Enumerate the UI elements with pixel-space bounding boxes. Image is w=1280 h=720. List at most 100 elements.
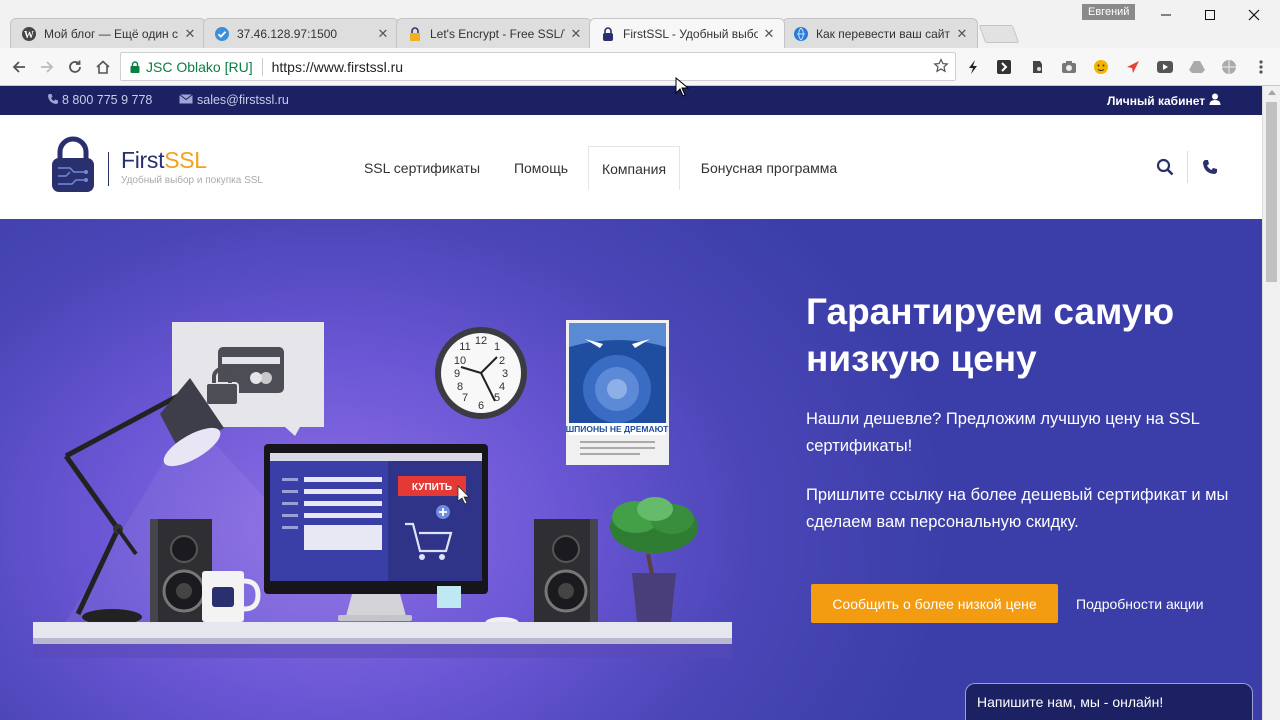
phone-number: 8 800 775 9 778 (62, 93, 153, 107)
nav-company[interactable]: Компания (588, 146, 680, 190)
tab-title: FirstSSL - Удобный выбо (623, 26, 758, 41)
address-bar[interactable]: JSC Oblako [RU] https://www.firstssl.ru (120, 52, 956, 81)
nav-bonus-program[interactable]: Бонусная программа (688, 146, 850, 190)
svg-text:8: 8 (457, 381, 463, 393)
hero-paragraph-1: Нашли дешевле? Предложим лучшую цену на … (806, 410, 1200, 455)
tab-blog[interactable]: W Мой блог — Ещё один с ✕ (10, 18, 206, 48)
firstssl-icon (600, 26, 616, 42)
tab-strip: W Мой блог — Ещё один с ✕ 37.46.128.97:1… (0, 0, 1280, 48)
tab-title: Мой блог — Ещё один с (44, 26, 178, 41)
browser-window: { "browser": { "tabs": [ {"title": "Мой … (0, 0, 1280, 720)
maximize-icon[interactable] (1188, 3, 1232, 27)
bookmark-star-icon[interactable] (933, 58, 949, 77)
report-lower-price-button[interactable]: Сообщить о более низкой цене (811, 584, 1058, 623)
wordpress-icon: W (21, 26, 37, 42)
envelope-icon (179, 93, 193, 107)
tab-translate[interactable]: Как перевести ваш сайт ✕ (782, 18, 978, 48)
arrow-extension-icon[interactable] (994, 57, 1014, 77)
svg-text:5: 5 (494, 392, 500, 404)
menu-dots-icon[interactable] (1251, 57, 1271, 77)
lock-icon (407, 26, 423, 42)
svg-text:3: 3 (502, 368, 508, 380)
svg-text:9: 9 (454, 368, 460, 380)
svg-text:W: W (24, 30, 34, 41)
globe-icon (793, 26, 809, 42)
svg-text:7: 7 (462, 392, 468, 404)
close-tab-icon[interactable]: ✕ (762, 26, 776, 42)
browser-toolbar: JSC Oblako [RU] https://www.firstssl.ru (0, 48, 1280, 86)
checkmark-icon (214, 26, 230, 42)
email-address: sales@firstssl.ru (197, 93, 289, 107)
site-topbar: 8 800 775 9 778 sales@firstssl.ru Личный… (0, 86, 1262, 115)
svg-text:6: 6 (478, 400, 484, 412)
account-link[interactable]: Личный кабинет (1107, 93, 1221, 108)
search-icon[interactable] (1154, 156, 1176, 178)
hero-illustration: 12369 1257101148 ШПИОНЫ НЕ ДРЕМАЮТ КУПИТ… (33, 320, 732, 658)
shelf (33, 622, 732, 658)
globe-extension-icon[interactable] (1219, 57, 1239, 77)
drive-extension-icon[interactable] (1187, 57, 1207, 77)
poster-text: ШПИОНЫ НЕ ДРЕМАЮТ (566, 424, 670, 434)
brand-first: First (121, 147, 165, 173)
svg-text:4: 4 (499, 381, 505, 393)
address-separator (261, 57, 263, 76)
secure-label: JSC Oblako [RU] (146, 58, 253, 75)
chat-widget[interactable]: Напишите нам, мы - онлайн! (965, 683, 1253, 720)
close-tab-icon[interactable]: ✕ (183, 26, 197, 42)
scroll-up-icon[interactable] (1268, 90, 1276, 95)
topbar-phone[interactable]: 8 800 775 9 778 (47, 93, 152, 107)
minimize-icon[interactable] (1144, 3, 1188, 27)
brand-ssl: SSL (164, 147, 207, 173)
spy-poster: ШПИОНЫ НЕ ДРЕМАЮТ (566, 320, 670, 465)
account-label: Личный кабинет (1107, 93, 1206, 108)
promo-details-link[interactable]: Подробности акции (1076, 596, 1204, 612)
wall-clock-icon: 12369 1257101148 (435, 327, 527, 419)
page-scrollbar[interactable] (1262, 86, 1280, 720)
reload-icon[interactable] (63, 55, 87, 79)
close-window-icon[interactable] (1232, 3, 1276, 27)
user-icon (1209, 93, 1221, 108)
brand-tagline: Удобный выбор и покупка SSL (121, 175, 263, 186)
forward-icon[interactable] (35, 55, 59, 79)
svg-text:1: 1 (494, 341, 500, 353)
nav-help[interactable]: Помощь (500, 146, 582, 190)
rocket-extension-icon[interactable] (1123, 57, 1143, 77)
potted-plant-icon (610, 497, 698, 622)
nav-ssl-certificates[interactable]: SSL сертификаты (350, 146, 494, 190)
home-icon[interactable] (91, 55, 115, 79)
header-separator (1187, 151, 1188, 183)
scrollbar-thumb[interactable] (1266, 102, 1277, 282)
profile-badge[interactable]: Евгений (1082, 4, 1136, 20)
hero-paragraph-2: Пришлите ссылку на более дешевый сертифи… (806, 486, 1229, 531)
secure-lock-icon (130, 60, 140, 73)
tab-ip[interactable]: 37.46.128.97:1500 ✕ (203, 18, 399, 48)
buy-label: КУПИТЬ (412, 482, 452, 493)
back-icon[interactable] (7, 55, 31, 79)
close-tab-icon[interactable]: ✕ (569, 26, 583, 42)
svg-text:12: 12 (475, 335, 487, 347)
svg-text:11: 11 (459, 341, 470, 353)
tab-title: Let's Encrypt - Free SSL/T (430, 26, 565, 41)
phone-icon (47, 93, 58, 107)
svg-text:10: 10 (454, 355, 466, 367)
firstssl-logo-icon[interactable] (48, 136, 98, 201)
lightning-extension-icon[interactable] (963, 57, 983, 77)
youtube-extension-icon[interactable] (1155, 57, 1175, 77)
close-tab-icon[interactable]: ✕ (955, 26, 969, 42)
url-text[interactable]: https://www.firstssl.ru (272, 59, 403, 75)
emoji-extension-icon[interactable] (1091, 57, 1111, 77)
tab-letsencrypt[interactable]: Let's Encrypt - Free SSL/T ✕ (396, 18, 592, 48)
brand-name[interactable]: FirstSSL (121, 147, 207, 174)
tab-title: Как перевести ваш сайт (816, 26, 950, 41)
hero-title: Гарантируем самую низкую цену (806, 291, 1175, 379)
close-tab-icon[interactable]: ✕ (376, 26, 390, 42)
svg-text:2: 2 (499, 355, 505, 367)
evernote-extension-icon[interactable] (1027, 57, 1047, 77)
phone-call-icon[interactable] (1199, 156, 1221, 178)
topbar-email[interactable]: sales@firstssl.ru (179, 93, 289, 107)
right-speaker-icon (534, 519, 598, 622)
tab-firstssl[interactable]: FirstSSL - Удобный выбо ✕ (589, 18, 785, 48)
camera-extension-icon[interactable] (1059, 57, 1079, 77)
new-tab-button[interactable] (978, 25, 1020, 43)
tab-title: 37.46.128.97:1500 (237, 26, 338, 41)
